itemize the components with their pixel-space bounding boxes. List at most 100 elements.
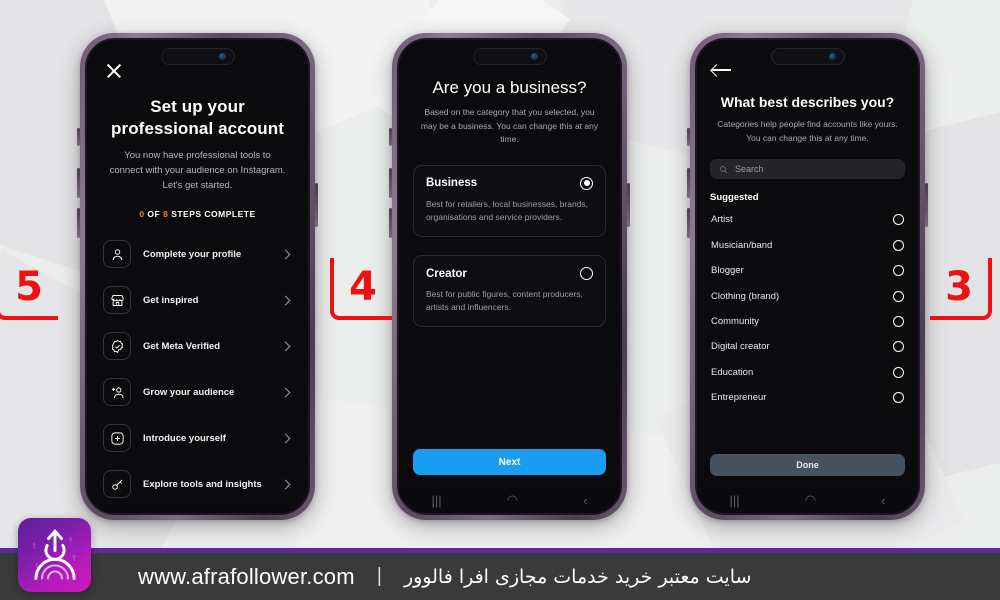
category-label: Blogger bbox=[711, 265, 744, 277]
add-person-icon bbox=[103, 378, 131, 407]
footer-separator: | bbox=[376, 565, 382, 587]
section-header-suggested: Suggested bbox=[710, 192, 759, 204]
dynamic-island bbox=[472, 48, 547, 65]
step-badge-5: 5 bbox=[0, 258, 58, 320]
radio-button-selected[interactable] bbox=[580, 176, 593, 190]
radio-button-unselected[interactable] bbox=[893, 392, 904, 403]
chevron-right-icon bbox=[280, 387, 291, 398]
list-item-label: Get inspired bbox=[143, 294, 199, 306]
search-icon bbox=[720, 165, 728, 173]
option-description: Best for public figures, content produce… bbox=[426, 289, 583, 313]
done-button[interactable]: Done bbox=[710, 454, 905, 476]
list-item[interactable]: Community bbox=[710, 309, 905, 334]
next-button[interactable]: Next bbox=[413, 449, 606, 475]
android-navbar: ||| ◠ ‹ bbox=[87, 507, 308, 513]
category-label: Clothing (brand) bbox=[711, 290, 780, 302]
page-subtitle: Based on the category that you selected,… bbox=[420, 107, 599, 145]
radio-button-unselected[interactable] bbox=[893, 214, 904, 226]
radio-button-unselected[interactable] bbox=[893, 290, 904, 302]
chevron-right-icon bbox=[280, 433, 291, 444]
list-item-label: Introduce yourself bbox=[143, 432, 226, 444]
list-item[interactable]: Artist bbox=[710, 207, 905, 232]
page-title: What best describes you? bbox=[720, 94, 895, 110]
android-navbar: ||| ◠ ‹ bbox=[697, 487, 918, 513]
dynamic-island bbox=[160, 48, 235, 65]
person-icon bbox=[103, 240, 131, 269]
radio-button-unselected[interactable] bbox=[893, 366, 904, 378]
key-icon bbox=[103, 470, 131, 499]
option-description: Best for retailers, local businesses, br… bbox=[426, 198, 589, 222]
radio-button-unselected[interactable] bbox=[893, 239, 904, 251]
radio-button-unselected[interactable] bbox=[893, 315, 904, 327]
page-subtitle: You now have professional tools to conne… bbox=[109, 150, 286, 191]
list-item[interactable]: Grow your audience bbox=[101, 369, 294, 415]
list-item[interactable]: Digital creator bbox=[710, 334, 905, 359]
list-item[interactable]: Explore tools and insights bbox=[101, 461, 294, 507]
persian-tagline: سایت معتبر خرید خدمات مجازی افرا فالوور bbox=[403, 565, 752, 588]
back-arrow-icon[interactable] bbox=[712, 62, 732, 78]
website-url: www.afrafollower.com bbox=[138, 563, 355, 589]
plus-circle-icon bbox=[103, 424, 131, 453]
back-button[interactable]: ‹ bbox=[881, 493, 885, 508]
setup-task-list: Complete your profile Get inspired Get M… bbox=[101, 231, 294, 507]
android-navbar: ||| ◠ ‹ bbox=[399, 487, 620, 513]
afrafollower-logo bbox=[18, 518, 91, 592]
footer-banner: www.afrafollower.com | سایت معتبر خرید خ… bbox=[0, 548, 1000, 600]
back-button[interactable]: ‹ bbox=[583, 493, 587, 508]
category-label: Artist bbox=[711, 214, 733, 226]
list-item[interactable]: Clothing (brand) bbox=[710, 283, 905, 308]
list-item-label: Complete your profile bbox=[143, 248, 242, 260]
logo-glyph bbox=[31, 528, 76, 580]
chevron-right-icon bbox=[280, 295, 291, 306]
front-camera-icon bbox=[828, 53, 836, 60]
category-label: Musician/band bbox=[711, 239, 773, 251]
chevron-right-icon bbox=[280, 249, 291, 260]
steps-of-text: OF bbox=[144, 209, 164, 220]
option-business[interactable]: Business Best for retailers, local busin… bbox=[413, 164, 606, 238]
steps-progress-label: 0 OF 8 STEPS COMPLETE bbox=[101, 209, 294, 219]
list-item-label: Grow your audience bbox=[143, 386, 235, 398]
storefront-icon bbox=[103, 286, 131, 315]
home-button[interactable]: ◠ bbox=[507, 492, 518, 508]
front-camera-icon bbox=[218, 53, 226, 60]
category-label: Community bbox=[711, 315, 760, 327]
verified-badge-icon bbox=[103, 332, 131, 361]
phone-mockup-2: Are you a business? Based on the categor… bbox=[389, 33, 630, 520]
recents-button[interactable]: ||| bbox=[730, 493, 740, 508]
list-item[interactable]: Introduce yourself bbox=[101, 415, 294, 461]
page-subtitle: Categories help people find accounts lik… bbox=[717, 119, 898, 143]
list-item[interactable]: Education bbox=[710, 359, 905, 384]
steps-suffix-text: STEPS COMPLETE bbox=[168, 209, 256, 220]
option-label: Creator bbox=[426, 267, 467, 280]
category-label: Education bbox=[711, 366, 754, 378]
radio-button-unselected[interactable] bbox=[893, 341, 904, 353]
search-input[interactable]: Search bbox=[710, 159, 905, 180]
list-item[interactable]: Entrepreneur bbox=[710, 385, 905, 410]
option-creator[interactable]: Creator Best for public figures, content… bbox=[413, 255, 606, 328]
front-camera-icon bbox=[530, 53, 538, 60]
page-title: Are you a business? bbox=[432, 78, 587, 97]
radio-button-unselected[interactable] bbox=[893, 265, 904, 277]
radio-button-unselected[interactable] bbox=[580, 267, 593, 281]
list-item[interactable]: Musician/band bbox=[710, 233, 905, 258]
close-icon[interactable] bbox=[105, 62, 123, 80]
home-button[interactable]: ◠ bbox=[805, 492, 816, 508]
search-placeholder: Search bbox=[735, 164, 764, 175]
chevron-right-icon bbox=[280, 341, 291, 352]
phone-mockup-3: What best describes you? Categories help… bbox=[687, 33, 928, 520]
title-line-1: Set up your bbox=[150, 97, 245, 116]
chevron-right-icon bbox=[280, 479, 291, 490]
page-title: Set up your professional account bbox=[101, 96, 294, 140]
category-label: Entrepreneur bbox=[711, 392, 767, 403]
list-item-label: Explore tools and insights bbox=[143, 478, 262, 490]
phone-mockup-1: Set up your professional account You now… bbox=[77, 33, 318, 520]
option-label: Business bbox=[426, 177, 478, 190]
list-item[interactable]: Get inspired bbox=[101, 277, 294, 323]
list-item[interactable]: Get Meta Verified bbox=[101, 323, 294, 369]
title-line-2: professional account bbox=[111, 119, 284, 139]
recents-button[interactable]: ||| bbox=[432, 493, 442, 508]
home-button[interactable]: ◠ bbox=[195, 512, 206, 513]
step-badge-3: 3 bbox=[930, 258, 992, 320]
list-item[interactable]: Complete your profile bbox=[101, 231, 294, 277]
list-item[interactable]: Blogger bbox=[710, 258, 905, 283]
